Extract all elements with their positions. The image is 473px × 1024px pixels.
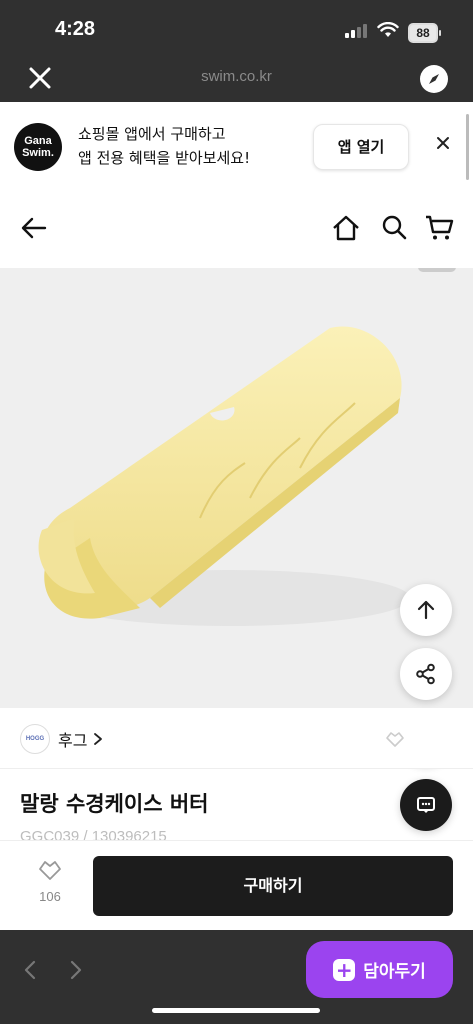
scroll-to-top-button[interactable] (400, 584, 452, 636)
app-install-banner: Gana Swim. 쇼핑몰 앱에서 구매하고 앱 전용 혜택을 받아보세요! … (0, 102, 473, 189)
like-button[interactable]: 106 (29, 859, 71, 904)
plus-icon: + (333, 958, 356, 981)
chat-button[interactable] (400, 779, 452, 831)
brand-name[interactable]: 후그 (58, 727, 87, 751)
gana-swim-logo: Gana Swim. (14, 123, 62, 171)
search-icon[interactable] (380, 213, 408, 241)
product-title: 말랑 수경케이스 버터 (20, 792, 209, 816)
page-header (0, 188, 473, 268)
status-bar: 4:28 88 (0, 0, 473, 58)
cart-icon[interactable] (424, 212, 454, 242)
chevron-right-icon[interactable] (68, 960, 84, 980)
brand-row[interactable]: HOGG 후그 (0, 708, 473, 769)
banner-message: 쇼핑몰 앱에서 구매하고 앱 전용 혜택을 받아보세요! (78, 122, 250, 170)
home-indicator (152, 1008, 320, 1013)
compass-icon[interactable] (420, 65, 448, 93)
open-app-button[interactable]: 앱 열기 (313, 124, 409, 170)
save-to-cart-button[interactable]: + 담아두기 (306, 941, 453, 998)
back-arrow-icon[interactable] (20, 214, 48, 242)
chevron-left-icon[interactable] (22, 960, 38, 980)
brand-logo: HOGG (20, 724, 50, 754)
banner-line-1: 쇼핑몰 앱에서 구매하고 (78, 125, 226, 143)
heart-icon (39, 861, 61, 880)
close-icon[interactable] (434, 134, 452, 152)
like-count: 106 (39, 889, 61, 904)
product-code: GGC039 / 130396215 (20, 828, 167, 840)
status-time: 4:28 (55, 18, 96, 40)
save-label: 담아두기 (363, 962, 426, 982)
scrollbar[interactable] (466, 114, 469, 180)
purchase-bar: 106 구매하기 (0, 840, 473, 931)
share-icon (416, 663, 435, 685)
browser-bar: swim.co.kr (0, 58, 473, 102)
share-button[interactable] (400, 648, 452, 700)
buy-button[interactable]: 구매하기 (93, 856, 453, 916)
arrow-up-icon (417, 600, 435, 620)
cellular-signal-icon (345, 24, 367, 38)
wifi-icon (377, 22, 399, 37)
wishlist-icon[interactable] (385, 730, 405, 748)
battery-icon: 88 (408, 23, 441, 43)
banner-line-2: 앱 전용 혜택을 받아보세요! (78, 149, 251, 167)
browser-toolbar: + 담아두기 (0, 930, 473, 1024)
chat-icon (417, 797, 435, 813)
product-image[interactable] (0, 268, 473, 708)
chevron-right-icon (94, 733, 102, 745)
browser-url[interactable]: swim.co.kr (0, 68, 473, 85)
home-icon[interactable] (331, 213, 361, 243)
image-indicator (418, 268, 456, 272)
goggle-case-illustration (38, 326, 410, 626)
